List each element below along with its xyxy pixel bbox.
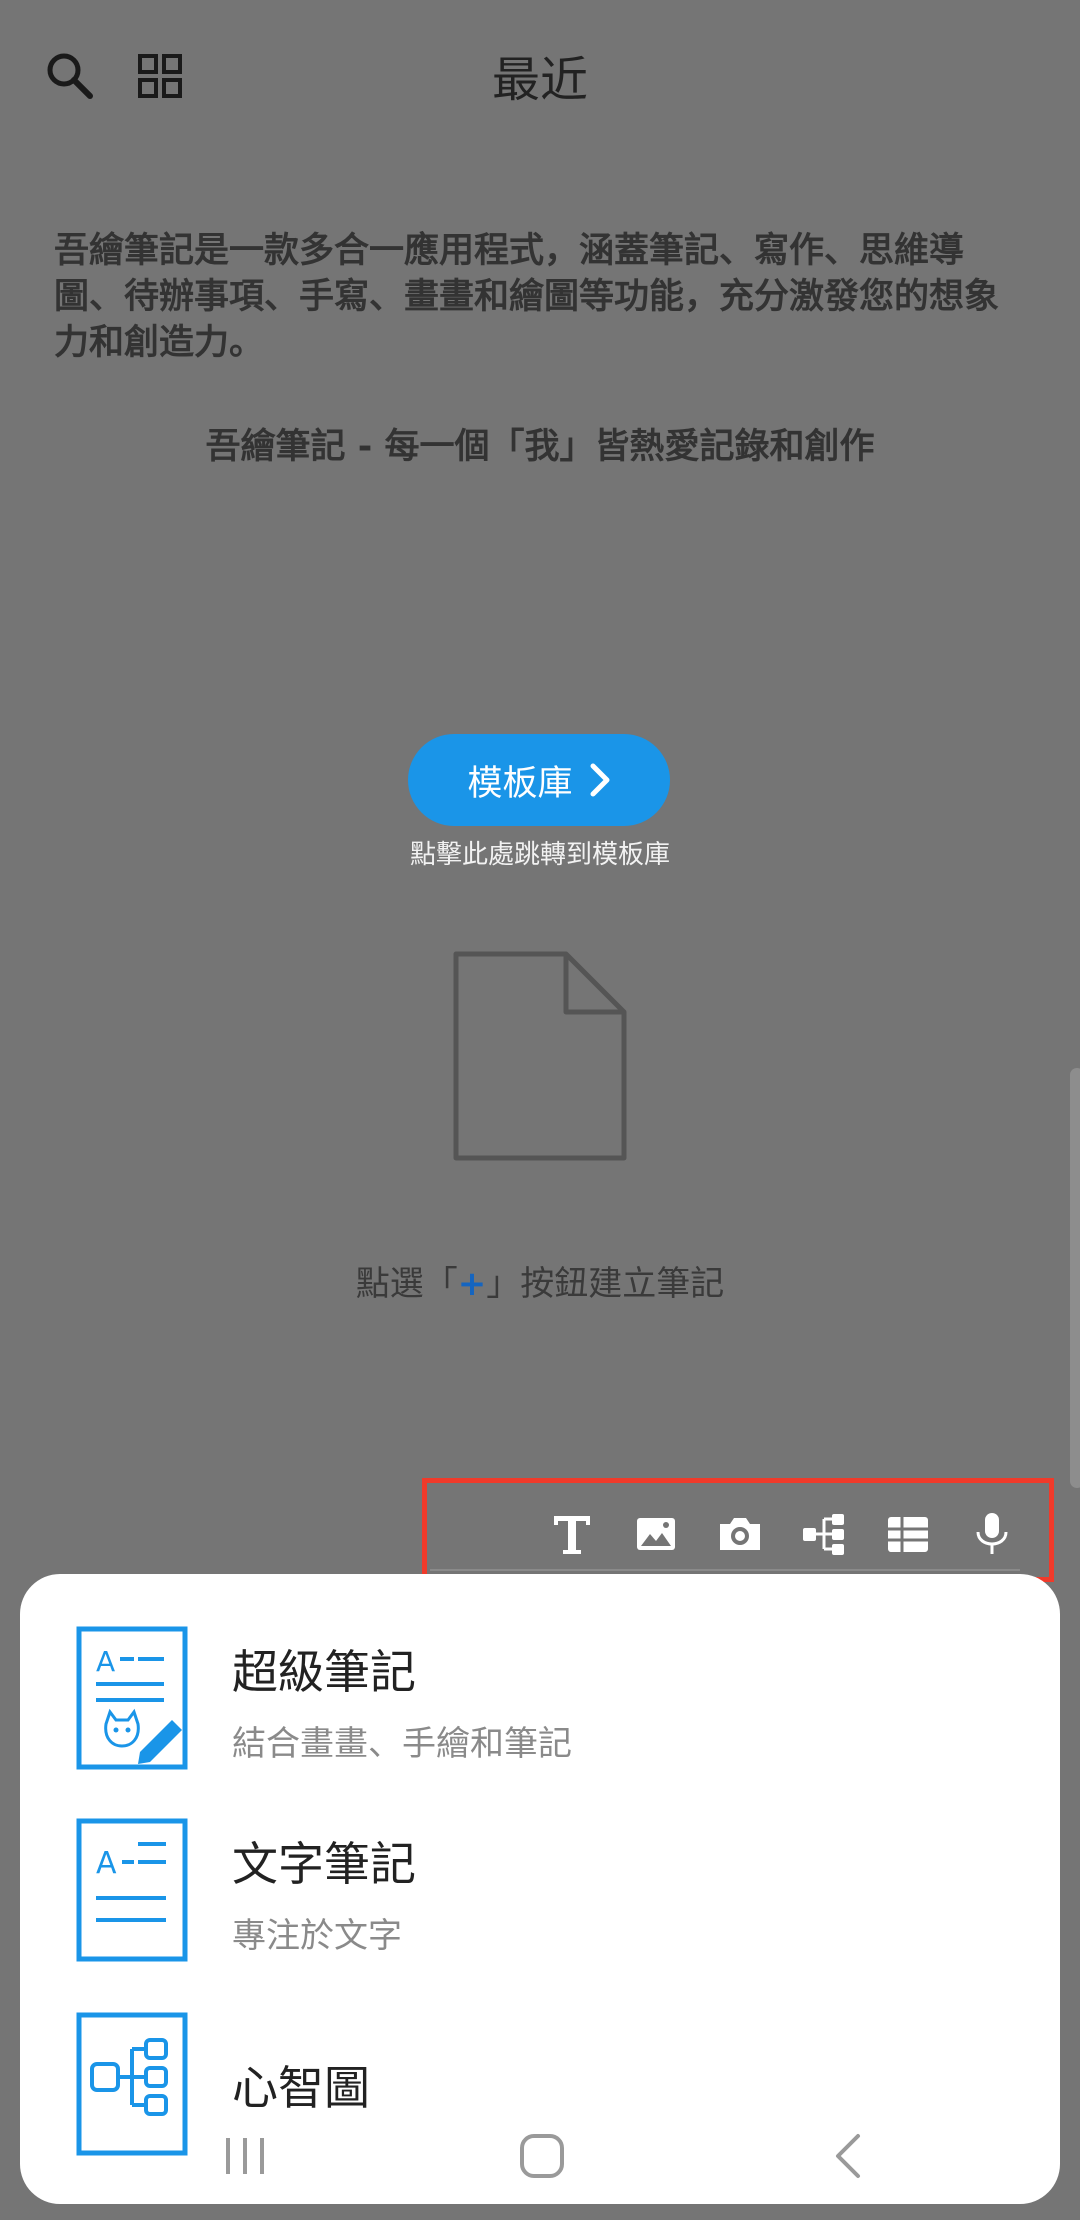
app-description: 吾繪筆記是一款多合一應用程式，涵蓋筆記、寫作、思維導圖、待辦事項、手寫、畫畫和繪… — [54, 231, 1000, 363]
scroll-handle[interactable] — [1070, 1068, 1080, 1488]
template-library-hint: 點擊此處跳轉到模板庫 — [409, 840, 670, 870]
home-icon[interactable] — [518, 2132, 566, 2180]
image-icon[interactable] — [632, 1510, 680, 1558]
super-note-subtitle: 結合畫畫、手繪和筆記 — [232, 1724, 572, 1764]
mind-map-note-title[interactable]: 心智圖 — [232, 2052, 370, 2118]
toolbar-divider — [430, 1569, 1020, 1571]
mind-map-note-icon[interactable] — [76, 2012, 188, 2156]
chevron-right-icon — [590, 763, 609, 797]
camera-icon[interactable] — [716, 1510, 764, 1558]
app-slogan: 吾繪筆記 - 每一個「我」皆熱愛記錄和創作 — [205, 427, 875, 467]
empty-document-icon — [453, 951, 627, 1161]
mic-icon[interactable] — [968, 1510, 1016, 1558]
text-icon[interactable] — [548, 1510, 596, 1558]
template-library-label: 模板庫 — [467, 763, 573, 804]
plus-glyph: + — [457, 1264, 487, 1304]
text-note-title[interactable]: 文字筆記 — [232, 1828, 416, 1894]
empty-state-hint: 點選「+」按鈕建立筆記 — [355, 1264, 725, 1304]
table-icon[interactable] — [884, 1510, 932, 1558]
recent-apps-icon[interactable] — [222, 2136, 268, 2176]
svg-text:A: A — [96, 1645, 115, 1678]
back-icon[interactable] — [828, 2132, 868, 2180]
template-library-button[interactable]: 模板庫 — [408, 734, 670, 826]
super-note-icon[interactable]: A — [76, 1626, 188, 1770]
super-note-title[interactable]: 超級筆記 — [232, 1636, 416, 1702]
text-note-icon[interactable]: A — [76, 1818, 188, 1962]
svg-text:A: A — [96, 1846, 117, 1881]
mindmap-icon[interactable] — [800, 1510, 848, 1558]
text-note-subtitle: 專注於文字 — [232, 1916, 402, 1956]
page-title: 最近 — [491, 52, 588, 108]
